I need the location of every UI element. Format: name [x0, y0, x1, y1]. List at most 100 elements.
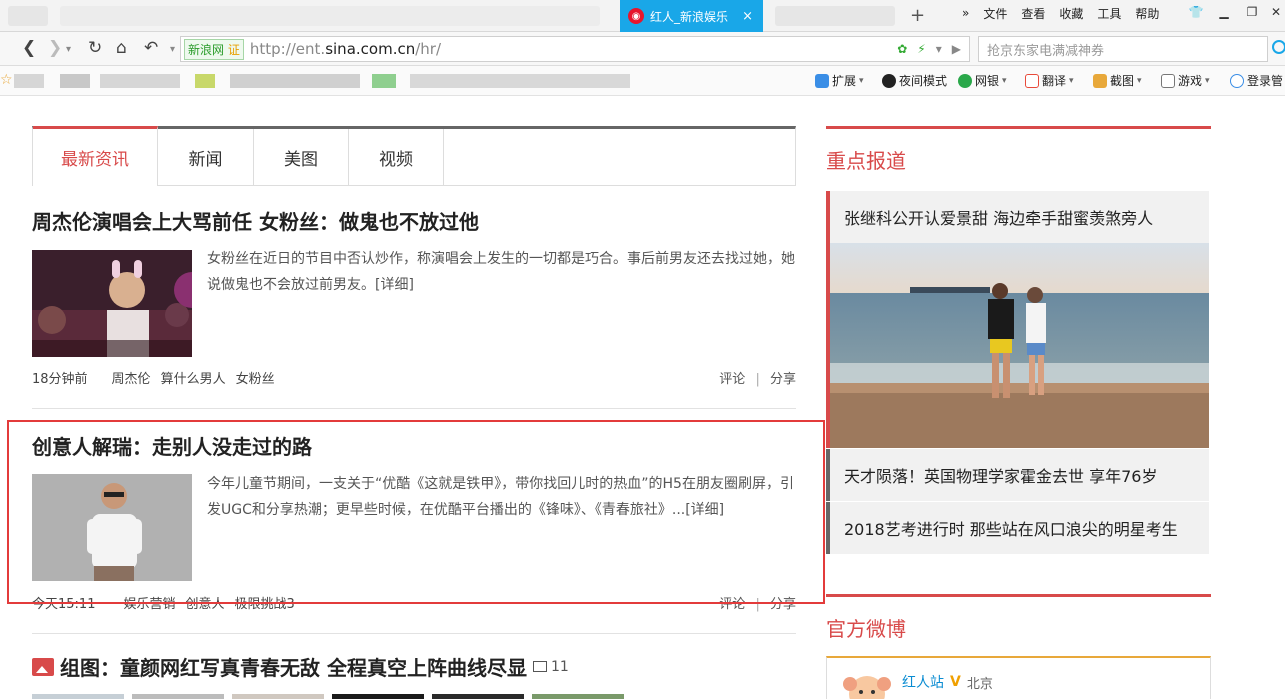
menu-bar: » 文件 查看 收藏 工具 帮助: [962, 0, 1173, 26]
weibo-name[interactable]: 红人站: [902, 672, 944, 692]
menu-tools[interactable]: 工具: [1097, 5, 1121, 22]
undo-close-icon[interactable]: ↶: [144, 38, 158, 58]
weibo-avatar[interactable]: [842, 670, 892, 699]
divider: [32, 633, 796, 634]
gallery-stack-icon: [532, 661, 547, 672]
search-icon[interactable]: [1272, 40, 1285, 54]
tab-blurred[interactable]: [60, 6, 600, 26]
bookmark-blurred[interactable]: [14, 74, 44, 88]
bookmark-blurred[interactable]: [195, 74, 215, 88]
news-column: 最新资讯 新闻 美图 视频 周杰伦演唱会上大骂前任 女粉丝：做鬼也不放过他 女粉…: [32, 126, 796, 634]
focus-photo[interactable]: [826, 243, 1209, 448]
cartoon-avatar-icon: [843, 676, 891, 699]
bookmarks-bar: ☆ 扩展 ▾ 夜间模式 网银 ▾ 翻译 ▾ 截图 ▾ 游戏 ▾ 登录管: [0, 66, 1285, 96]
focus-item[interactable]: 2018艺考进行时 那些站在风口浪尖的明星考生: [826, 502, 1209, 554]
weibo-logo-icon: ◉: [628, 8, 644, 24]
url-dropdown-icon[interactable]: ▾: [936, 42, 942, 56]
speed-mode-icon[interactable]: ⚡: [917, 42, 925, 56]
article-image[interactable]: [32, 250, 192, 357]
site-badge-label: 新浪网: [188, 42, 225, 57]
bookmark-blurred[interactable]: [100, 74, 180, 88]
search-input[interactable]: 抢京东家电满减神券: [978, 36, 1268, 62]
bookmark-blurred[interactable]: [230, 74, 360, 88]
weibo-heading: 官方微博: [826, 594, 1211, 642]
address-bar: ❮ ❯ ▾ ↻ ⌂ ↶ ▾ 新浪网 证 http://ent. sina.com.…: [0, 32, 1285, 66]
screenshot-button[interactable]: 截图 ▾: [1093, 72, 1142, 89]
share-link[interactable]: 分享: [770, 372, 796, 387]
weibo-location: 北京: [966, 676, 993, 692]
article-summary: 女粉丝在近日的节目中否认炒作，称演唱会上发生的一切都是巧合。事后前男友还去找过她…: [207, 251, 795, 293]
restore-icon[interactable]: ❐: [1242, 3, 1262, 21]
home-icon[interactable]: ⌂: [116, 38, 127, 58]
compat-mode-icon[interactable]: ✿: [897, 42, 907, 56]
undo-dropdown-icon[interactable]: ▾: [170, 44, 175, 55]
tab-blurred[interactable]: [8, 6, 48, 26]
gallery-count: 11: [532, 659, 569, 675]
extensions-icon: [815, 73, 829, 88]
search-placeholder: 抢京东家电满减神券: [987, 43, 1105, 59]
forward-icon[interactable]: ❯: [48, 38, 62, 58]
translate-icon: [1025, 73, 1039, 88]
translate-button[interactable]: 翻译 ▾: [1025, 72, 1074, 89]
night-mode-button[interactable]: 夜间模式: [882, 72, 947, 89]
close-window-icon[interactable]: ✕: [1266, 3, 1285, 21]
menu-favorites[interactable]: 收藏: [1059, 5, 1083, 22]
tag-link[interactable]: 周杰伦: [112, 372, 151, 387]
site-cert-label: 证: [227, 42, 240, 57]
gallery-thumb[interactable]: [132, 694, 224, 699]
tab-news[interactable]: 新闻: [158, 129, 254, 186]
chevron-down-icon: ▾: [1069, 75, 1074, 86]
new-tab-button[interactable]: +: [910, 5, 925, 26]
tab-active[interactable]: ◉ 红人_新浪娱乐 ×: [620, 0, 763, 32]
chevron-down-icon: ▾: [1205, 75, 1210, 86]
tab-latest[interactable]: 最新资讯: [33, 126, 158, 186]
concert-photo: [32, 250, 192, 357]
go-icon[interactable]: ▶: [952, 42, 961, 56]
tab-videos[interactable]: 视频: [349, 129, 444, 186]
menu-chevron[interactable]: »: [962, 6, 969, 20]
refresh-icon[interactable]: ↻: [88, 38, 102, 58]
gallery-thumb[interactable]: [332, 694, 424, 699]
gallery-item[interactable]: 组图：童颜网红写真青春无敌 全程真空上阵曲线尽显 11: [32, 652, 569, 681]
star-icon[interactable]: ☆: [0, 72, 13, 88]
article-actions: 评论 | 分享: [719, 368, 796, 387]
article-meta: 18分钟前 周杰伦 算什么男人 女粉丝 评论 | 分享: [32, 368, 796, 387]
gallery-thumb[interactable]: [232, 694, 324, 699]
tag-link[interactable]: 算什么男人: [161, 372, 226, 387]
gallery-thumb[interactable]: [432, 694, 524, 699]
extensions-menu[interactable]: 扩展 ▾: [815, 72, 864, 89]
screenshot-label: 截图: [1110, 74, 1135, 88]
comment-link[interactable]: 评论: [719, 372, 745, 387]
login-manager-button[interactable]: 登录管: [1230, 72, 1283, 89]
news-tabs: 最新资讯 新闻 美图 视频: [32, 126, 796, 186]
menu-help[interactable]: 帮助: [1135, 5, 1159, 22]
article-title[interactable]: 周杰伦演唱会上大骂前任 女粉丝：做鬼也不放过他: [32, 206, 796, 235]
focus-item[interactable]: 天才陨落！英国物理学家霍金去世 享年76岁: [826, 449, 1209, 501]
gallery-thumb[interactable]: [532, 694, 624, 699]
site-badge[interactable]: 新浪网 证: [184, 38, 244, 60]
bank-button[interactable]: 网银 ▾: [958, 72, 1007, 89]
gallery-thumb[interactable]: [32, 694, 124, 699]
skin-icon[interactable]: 👕: [1186, 3, 1206, 21]
minimize-icon[interactable]: ▁: [1214, 3, 1234, 21]
chevron-down-icon: ▾: [859, 75, 864, 86]
games-button[interactable]: 游戏 ▾: [1161, 72, 1210, 89]
night-mode-label: 夜间模式: [899, 74, 948, 88]
menu-view[interactable]: 查看: [1021, 5, 1045, 22]
focus-item[interactable]: 张继科公开认爱景甜 海边牵手甜蜜羡煞旁人: [826, 191, 1209, 243]
gallery-title[interactable]: 组图：童颜网红写真青春无敌 全程真空上阵曲线尽显: [60, 652, 527, 681]
tag-link[interactable]: 女粉丝: [236, 372, 275, 387]
menu-file[interactable]: 文件: [983, 5, 1007, 22]
tab-photos[interactable]: 美图: [254, 129, 349, 186]
url-field[interactable]: 新浪网 证 http://ent. sina.com.cn/hr/ ✿ ⚡ ▾ ▶: [180, 36, 970, 62]
forward-dropdown-icon[interactable]: ▾: [66, 44, 71, 55]
bookmark-blurred[interactable]: [60, 74, 90, 88]
close-tab-icon[interactable]: ×: [742, 9, 753, 24]
tab-blurred[interactable]: [775, 6, 895, 26]
back-icon[interactable]: ❮: [22, 38, 36, 58]
bookmark-blurred[interactable]: [372, 74, 396, 88]
bookmark-blurred[interactable]: [410, 74, 630, 88]
chevron-down-icon: ▾: [1002, 75, 1007, 86]
translate-label: 翻译: [1042, 74, 1067, 88]
verified-icon: V: [950, 674, 961, 690]
